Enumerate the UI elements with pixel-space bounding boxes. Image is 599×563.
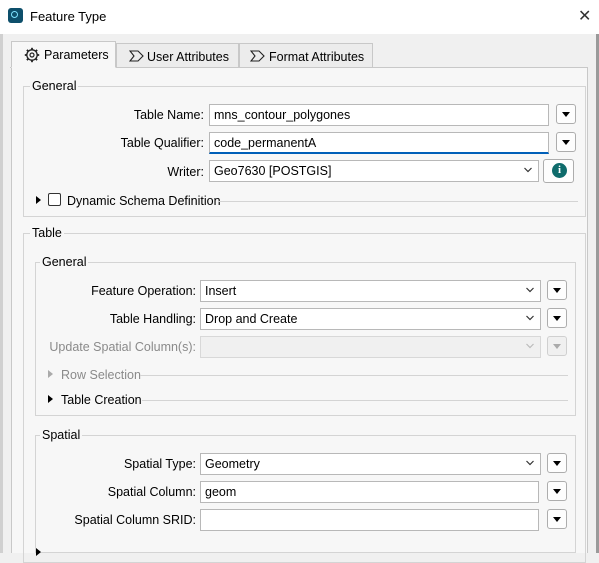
feature-operation-label: Feature Operation: [91, 284, 196, 298]
window-title: Feature Type [30, 9, 107, 24]
tab-user-attributes-label: User Attributes [147, 50, 229, 64]
writer-select[interactable]: Geo7630 [POSTGIS] [209, 160, 539, 182]
table-name-label: Table Name: [133, 108, 204, 122]
srid-menu-button[interactable] [547, 509, 567, 529]
table-name-menu-button[interactable] [556, 104, 576, 124]
srid-label: Spatial Column SRID: [74, 513, 196, 527]
update-spatial-select[interactable] [200, 336, 541, 358]
table-creation-expander[interactable] [48, 395, 53, 403]
tab-parameters-label: Parameters [44, 48, 109, 62]
general-group-title: General [30, 79, 79, 93]
table-qualifier-label: Table Qualifier: [120, 136, 204, 150]
gear-icon [24, 47, 40, 63]
table-handling-label: Table Handling: [109, 312, 196, 326]
dynamic-schema-label: Dynamic Schema Definition [67, 194, 221, 208]
table-handling-menu-button[interactable] [547, 308, 567, 328]
writer-info-button[interactable]: i [543, 159, 574, 183]
table-group-title: Table [30, 226, 64, 240]
chevron-down-icon [524, 167, 532, 173]
chevron-down-icon [526, 343, 534, 349]
writer-label: Writer: [167, 165, 204, 179]
row-selection-separator [140, 375, 568, 376]
chevron-tab-icon [129, 50, 144, 62]
table-name-input[interactable]: mns_contour_polygones [209, 104, 549, 126]
tab-user-attributes[interactable]: User Attributes [116, 43, 239, 67]
chevron-down-icon [526, 315, 534, 321]
srid-input[interactable] [200, 509, 539, 531]
spatial-column-label: Spatial Column: [107, 485, 196, 499]
close-button[interactable]: ✕ [578, 6, 591, 26]
window-edge [0, 34, 3, 553]
table-general-title: General [40, 255, 89, 269]
table-handling-value: Drop and Create [205, 312, 298, 326]
table-qualifier-input[interactable]: code_permanentA [209, 132, 549, 154]
tab-format-attributes[interactable]: Format Attributes [239, 43, 373, 67]
app-icon [8, 8, 23, 23]
writer-value: Geo7630 [POSTGIS] [214, 164, 332, 178]
spatial-type-value: Geometry [205, 457, 260, 471]
spatial-column-menu-button[interactable] [547, 481, 567, 501]
tab-parameters[interactable]: Parameters [11, 41, 116, 68]
feature-operation-menu-button[interactable] [547, 280, 567, 300]
chevron-down-icon [526, 287, 534, 293]
spatial-type-menu-button[interactable] [547, 453, 567, 473]
row-selection-expander[interactable] [48, 370, 53, 378]
feature-operation-select[interactable]: Insert [200, 280, 541, 302]
table-creation-label[interactable]: Table Creation [61, 393, 142, 407]
spatial-type-label: Spatial Type: [123, 457, 196, 471]
row-selection-label[interactable]: Row Selection [61, 368, 141, 382]
update-spatial-label: Update Spatial Column(s): [49, 340, 196, 354]
table-qualifier-menu-button[interactable] [556, 132, 576, 152]
dynamic-schema-separator [218, 201, 578, 202]
chevron-tab-icon [250, 50, 265, 62]
feature-operation-value: Insert [205, 284, 237, 298]
dynamic-schema-expander[interactable] [36, 196, 41, 204]
chevron-down-icon [526, 460, 534, 466]
spatial-group-title: Spatial [40, 428, 83, 442]
table-creation-separator [142, 400, 568, 401]
tab-format-attributes-label: Format Attributes [269, 50, 365, 64]
table-handling-select[interactable]: Drop and Create [200, 308, 541, 330]
dynamic-schema-checkbox[interactable] [48, 193, 61, 206]
more-section-expander[interactable] [36, 548, 41, 556]
spatial-type-select[interactable]: Geometry [200, 453, 541, 475]
spatial-column-input[interactable]: geom [200, 481, 539, 503]
update-spatial-menu-button[interactable] [547, 336, 567, 356]
info-icon: i [552, 163, 567, 178]
